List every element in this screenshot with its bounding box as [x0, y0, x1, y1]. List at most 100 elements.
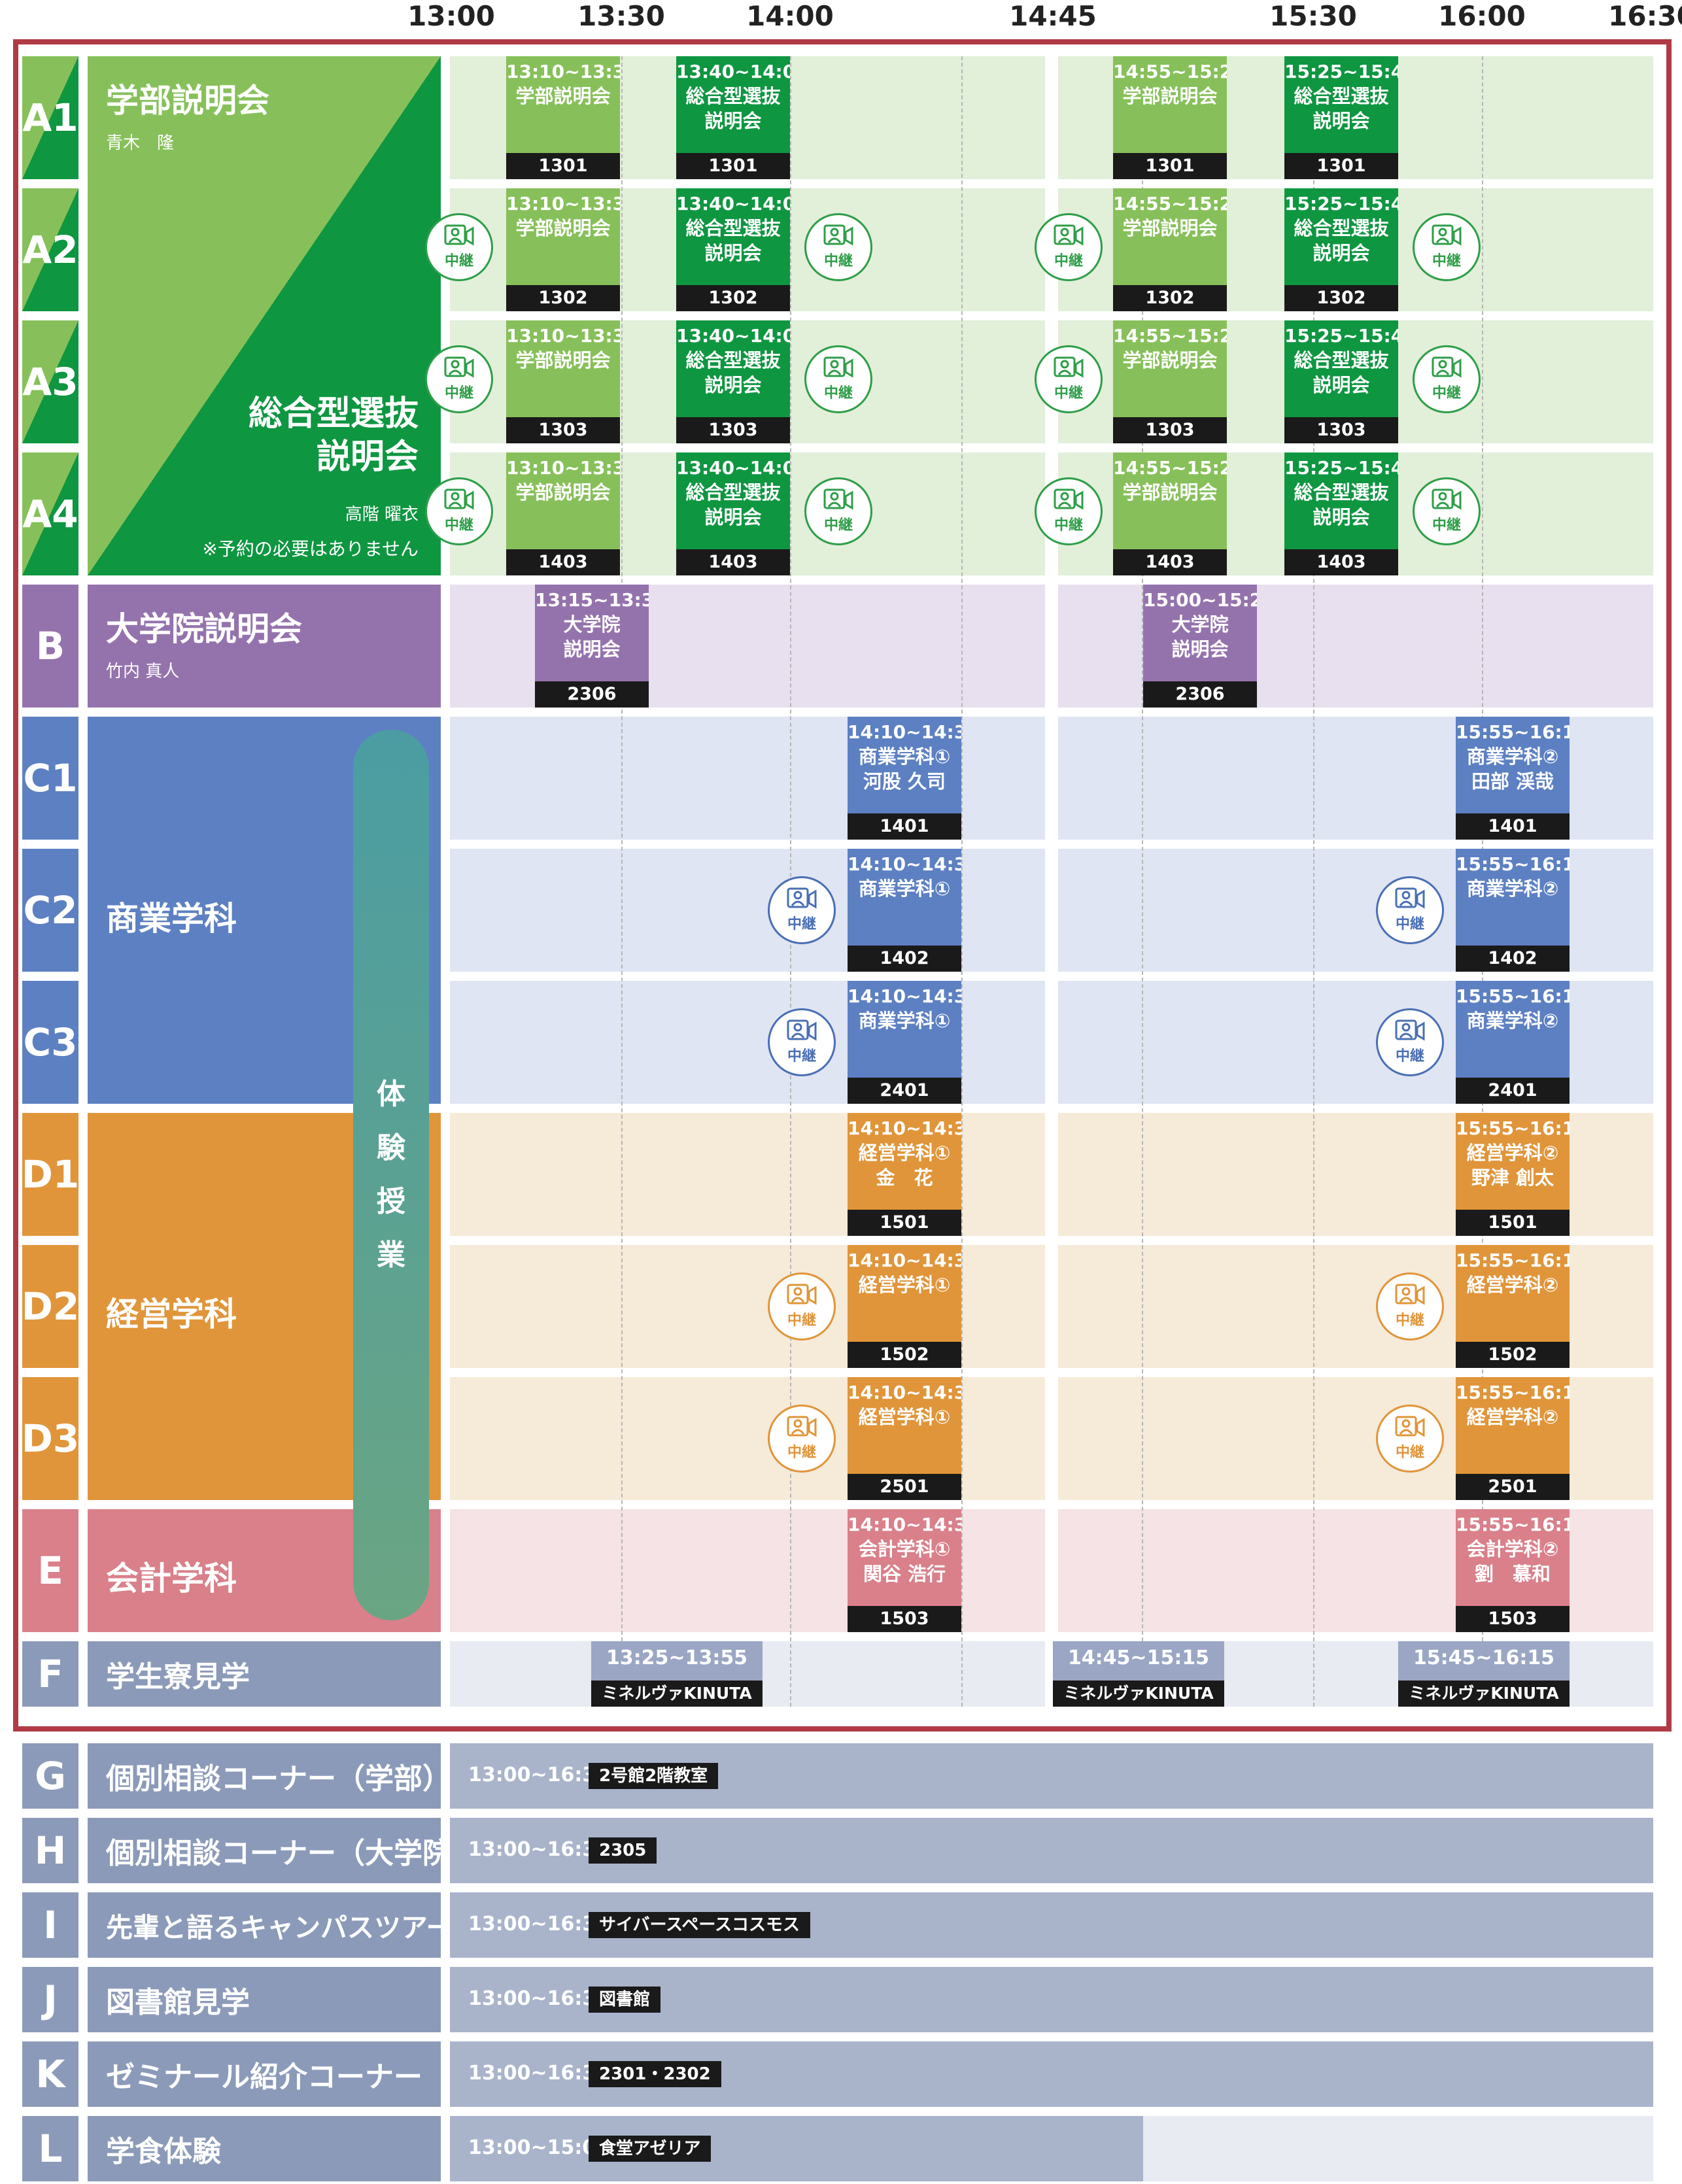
relay-badge: 中継	[1376, 1405, 1444, 1473]
row-code-a4: A4	[22, 452, 78, 575]
event-a4-sogo-2[interactable]: 15:25~15:45 総合型選抜 説明会 1403	[1284, 452, 1398, 575]
trial-class-pill: 体 験 授 業	[353, 730, 429, 1620]
event-dorm-tour-3[interactable]: 15:45~16:15 ミネルヴァKINUTA	[1398, 1641, 1570, 1707]
event-name: 商業学科①	[858, 1010, 951, 1032]
room-label: 1401	[1456, 813, 1570, 840]
row-code-d1: D1	[22, 1113, 79, 1236]
room-label: 2501	[1456, 1474, 1570, 1500]
relay-badge: 中継	[1413, 477, 1481, 545]
event-name: 総合型選抜	[685, 85, 781, 107]
event-dorm-tour-1[interactable]: 13:25~13:55 ミネルヴァKINUTA	[591, 1641, 763, 1707]
event-a4-gakubu-1[interactable]: 13:10~13:35 学部説明会 1403	[506, 452, 620, 575]
event-person: 関谷 浩行	[863, 1563, 946, 1585]
general-room-i: サイバースペースコスモス	[589, 1912, 811, 1938]
event-person: 河股 久司	[863, 770, 946, 793]
event-e-accounting-2[interactable]: 15:55~16:15 会計学科② 劉 慕和 1503	[1456, 1509, 1570, 1632]
event-a2-gakubu-2[interactable]: 14:55~15:20 学部説明会 1302	[1113, 188, 1227, 311]
room-label: 1503	[1456, 1606, 1570, 1632]
event-a3-sogo-2[interactable]: 15:25~15:45 総合型選抜 説明会 1303	[1284, 320, 1398, 443]
event-d3-management-2[interactable]: 15:55~16:15 経営学科② 2501	[1456, 1377, 1570, 1500]
event-d1-management-1[interactable]: 14:10~14:30 経営学科① 金 花 1501	[848, 1113, 961, 1236]
row-code-e: E	[22, 1509, 78, 1632]
relay-label: 中継	[787, 1048, 816, 1065]
trial-char-2: 験	[377, 1131, 405, 1165]
event-time: 13:10~13:35	[506, 457, 620, 479]
general-room-g: 2号館2階教室	[589, 1763, 719, 1789]
relay-badge: 中継	[1376, 876, 1444, 944]
event-d3-management-1[interactable]: 14:10~14:30 経営学科① 2501	[848, 1377, 961, 1500]
event-time: 14:55~15:20	[1113, 61, 1227, 82]
event-c1-commerce-1[interactable]: 14:10~14:30 商業学科① 河股 久司 1401	[848, 717, 961, 840]
event-c2-commerce-1[interactable]: 14:10~14:30 商業学科① 1402	[848, 849, 961, 972]
row-code-c1: C1	[22, 717, 78, 840]
room-label: 1301	[1113, 153, 1227, 179]
event-a2-sogo-1[interactable]: 13:40~14:00 総合型選抜 説明会 1302	[676, 188, 790, 311]
grid-line-1330	[621, 56, 623, 1707]
row-code-a2: A2	[22, 188, 78, 311]
relay-badge: 中継	[768, 876, 836, 944]
event-d1-management-2[interactable]: 15:55~16:15 経営学科② 野津 創太 1501	[1456, 1113, 1570, 1236]
relay-label: 中継	[444, 385, 473, 401]
room-label: 1501	[848, 1210, 961, 1236]
room-label: 2401	[1456, 1078, 1570, 1104]
video-relay-icon	[1054, 224, 1084, 246]
row-code-c3: C3	[22, 981, 78, 1104]
title-dorm-tour: 学生寮見学	[88, 1641, 441, 1707]
event-name: 商業学科①	[858, 878, 951, 900]
event-c3-commerce-2[interactable]: 15:55~16:15 商業学科② 2401	[1456, 981, 1570, 1104]
event-dorm-tour-2[interactable]: 14:45~15:15 ミネルヴァKINUTA	[1053, 1641, 1224, 1707]
event-a2-gakubu-1[interactable]: 13:10~13:35 学部説明会 1302	[506, 188, 620, 311]
event-name: 学部説明会	[515, 349, 611, 371]
title-sogo-line1: 総合型選抜	[248, 394, 419, 434]
event-name: 説明会	[1313, 374, 1370, 396]
event-e-accounting-1[interactable]: 14:10~14:30 会計学科① 関谷 浩行 1503	[848, 1509, 961, 1632]
event-name: 大学院	[563, 613, 621, 636]
event-time: 15:55~16:15	[1456, 721, 1570, 743]
row-code-i: I	[22, 1892, 78, 1958]
event-d2-management-1[interactable]: 14:10~14:30 経営学科① 1502	[848, 1245, 961, 1368]
event-a3-gakubu-1[interactable]: 13:10~13:35 学部説明会 1303	[506, 320, 620, 443]
event-name: 学部説明会	[515, 481, 611, 503]
time-label-1330: 13:30	[577, 0, 665, 32]
relay-label: 中継	[787, 1312, 816, 1329]
row-code-f: F	[22, 1641, 78, 1707]
event-name: 学部説明会	[1122, 85, 1218, 107]
event-c1-commerce-2[interactable]: 15:55~16:15 商業学科② 田部 渓哉 1401	[1456, 717, 1570, 840]
title-graduate-text: 大学院説明会	[106, 610, 302, 648]
event-a3-sogo-1[interactable]: 13:40~14:00 総合型選抜 説明会 1303	[676, 320, 790, 443]
event-a1-sogo-2[interactable]: 15:25~15:45 総合型選抜 説明会 1301	[1284, 56, 1398, 179]
relay-badge: 中継	[1035, 477, 1103, 545]
row-code-k: K	[22, 2041, 78, 2107]
event-b-graduate-2[interactable]: 15:00~15:20 大学院 説明会 2306	[1143, 585, 1257, 708]
event-b-graduate-1[interactable]: 13:15~13:35 大学院 説明会 2306	[535, 585, 649, 708]
room-label: 1403	[1113, 549, 1227, 575]
event-c2-commerce-2[interactable]: 15:55~16:15 商業学科② 1402	[1456, 849, 1570, 972]
event-time: 13:40~14:00	[676, 61, 790, 82]
event-c3-commerce-1[interactable]: 14:10~14:30 商業学科① 2401	[848, 981, 961, 1104]
relay-badge: 中継	[1376, 1272, 1444, 1340]
event-a3-gakubu-2[interactable]: 14:55~15:20 学部説明会 1303	[1113, 320, 1227, 443]
event-d2-management-2[interactable]: 15:55~16:15 経営学科② 1502	[1456, 1245, 1570, 1368]
event-a1-gakubu-1[interactable]: 13:10~13:35 学部説明会 1301	[506, 56, 620, 179]
general-room-j: 図書館	[589, 1987, 661, 2013]
room-label: 1501	[1456, 1210, 1570, 1236]
event-a2-sogo-2[interactable]: 15:25~15:45 総合型選抜 説明会 1302	[1284, 188, 1398, 311]
event-a4-gakubu-2[interactable]: 14:55~15:20 学部説明会 1403	[1113, 452, 1227, 575]
relay-label: 中継	[823, 517, 853, 534]
row-code-d2: D2	[22, 1245, 79, 1368]
relay-label: 中継	[823, 385, 853, 401]
relay-badge: 中継	[804, 477, 872, 545]
relay-label: 中継	[1395, 1048, 1424, 1065]
event-a1-sogo-1[interactable]: 13:40~14:00 総合型選抜 説明会 1301	[676, 56, 790, 179]
room-label: 1303	[1113, 417, 1227, 443]
event-a4-sogo-1[interactable]: 13:40~14:00 総合型選抜 説明会 1403	[676, 452, 790, 575]
relay-label: 中継	[787, 1444, 816, 1461]
time-label-1600: 16:00	[1438, 0, 1526, 32]
relay-label: 中継	[1395, 1312, 1424, 1329]
event-name: 学部説明会	[515, 85, 611, 107]
event-name: 学部説明会	[515, 217, 611, 239]
trial-char-4: 業	[377, 1238, 405, 1272]
time-label-1530: 15:30	[1269, 0, 1357, 32]
event-a1-gakubu-2[interactable]: 14:55~15:20 学部説明会 1301	[1113, 56, 1227, 179]
event-time: 15:55~16:15	[1456, 985, 1570, 1007]
